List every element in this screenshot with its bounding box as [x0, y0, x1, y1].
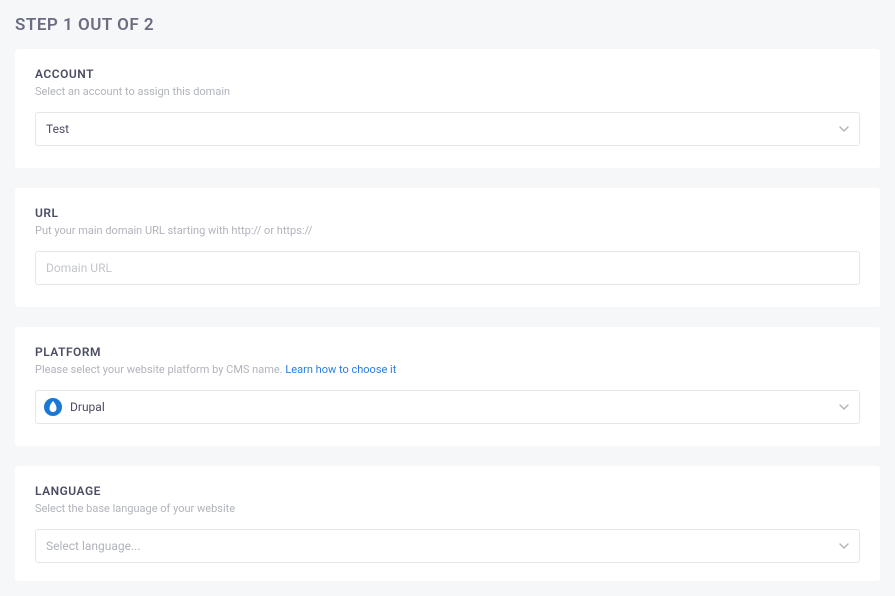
- url-card: URL Put your main domain URL starting wi…: [15, 188, 880, 307]
- platform-card: PLATFORM Please select your website plat…: [15, 327, 880, 446]
- platform-select-value: Drupal: [70, 400, 105, 414]
- platform-hint: Please select your website platform by C…: [35, 363, 860, 376]
- language-select-placeholder: Select language...: [46, 539, 141, 553]
- url-label: URL: [35, 206, 860, 220]
- account-hint: Select an account to assign this domain: [35, 85, 860, 98]
- platform-learn-link[interactable]: Learn how to choose it: [285, 363, 396, 376]
- language-card: LANGUAGE Select the base language of you…: [15, 466, 880, 581]
- url-input[interactable]: [35, 251, 860, 285]
- language-select[interactable]: Select language...: [35, 529, 860, 563]
- language-label: LANGUAGE: [35, 484, 860, 498]
- account-select[interactable]: Test: [35, 112, 860, 146]
- account-label: ACCOUNT: [35, 67, 860, 81]
- platform-label: PLATFORM: [35, 345, 860, 359]
- language-hint: Select the base language of your website: [35, 502, 860, 515]
- chevron-down-icon: [839, 543, 849, 549]
- account-card: ACCOUNT Select an account to assign this…: [15, 49, 880, 168]
- account-select-value: Test: [46, 122, 69, 136]
- url-hint: Put your main domain URL starting with h…: [35, 224, 860, 237]
- platform-select[interactable]: Drupal: [35, 390, 860, 424]
- chevron-down-icon: [839, 404, 849, 410]
- page-title: STEP 1 OUT OF 2: [15, 15, 880, 35]
- platform-hint-text: Please select your website platform by C…: [35, 363, 285, 376]
- drupal-icon: [44, 398, 62, 416]
- chevron-down-icon: [839, 126, 849, 132]
